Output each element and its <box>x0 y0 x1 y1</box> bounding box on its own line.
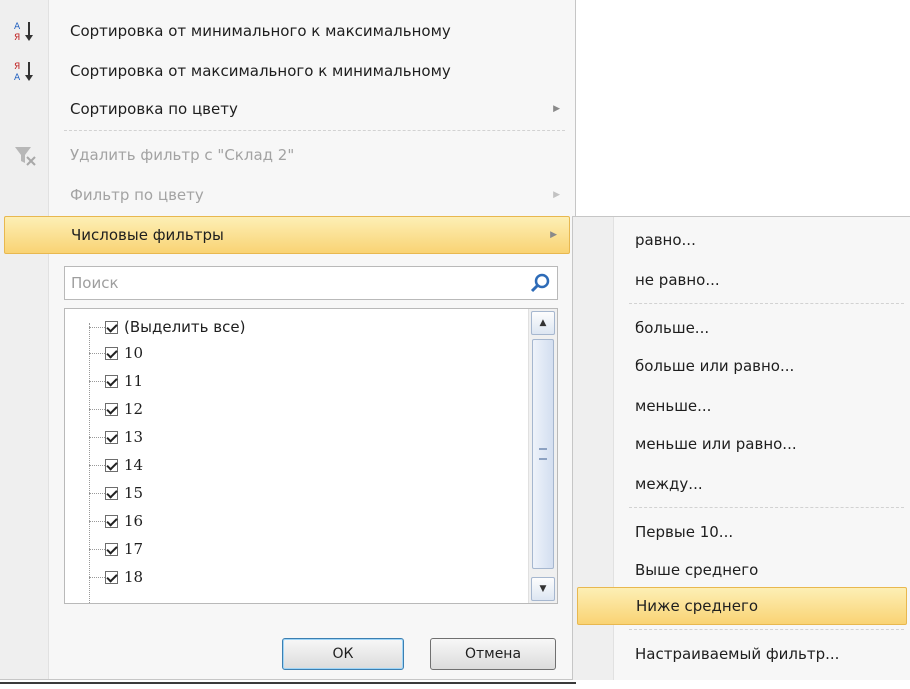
svg-text:Я: Я <box>14 62 20 72</box>
submenu-arrow-icon: ▶ <box>550 230 557 240</box>
svg-text:Я: Я <box>14 33 20 43</box>
list-item-label: 16 <box>124 512 144 530</box>
submenu-separator <box>629 507 904 508</box>
list-item[interactable]: 16 <box>89 507 143 535</box>
chevron-down-icon: ▼ <box>539 584 547 594</box>
submenu-item-between[interactable]: между... <box>573 465 910 503</box>
chevron-up-icon: ▲ <box>539 318 547 328</box>
list-item[interactable]: 12 <box>89 395 143 423</box>
checkbox[interactable] <box>105 320 118 334</box>
scroll-thumb[interactable] <box>532 339 554 569</box>
submenu-item-label: не равно... <box>635 271 720 289</box>
search-box[interactable]: Поиск <box>64 266 558 300</box>
clear-filter-icon <box>15 147 36 166</box>
list-item-select-all[interactable]: (Выделить все) <box>89 313 245 341</box>
submenu-item-above-average[interactable]: Выше среднего <box>573 551 910 589</box>
checkbox[interactable] <box>105 542 118 556</box>
submenu-item-label: Ниже среднего <box>636 597 758 615</box>
list-item-label: 13 <box>124 428 144 446</box>
list-scrollbar[interactable]: ▲ ▼ <box>528 309 557 603</box>
submenu-item-less[interactable]: меньше... <box>573 387 910 425</box>
submenu-item-greater[interactable]: больше... <box>573 309 910 347</box>
submenu-item-less-equal[interactable]: меньше или равно... <box>573 425 910 463</box>
list-item-label: 18 <box>124 568 144 586</box>
submenu-item-below-average[interactable]: Ниже среднего <box>577 587 907 625</box>
list-item[interactable]: 13 <box>89 423 143 451</box>
submenu-item-label: Настраиваемый фильтр... <box>635 645 840 663</box>
number-filters-item[interactable]: Числовые фильтры ▶ <box>4 216 570 254</box>
list-item-label: 10 <box>124 344 144 362</box>
list-item[interactable]: 18 <box>89 563 143 591</box>
checkbox[interactable] <box>105 458 118 472</box>
list-item-label: 14 <box>124 456 144 474</box>
submenu-item-label: больше... <box>635 319 710 337</box>
list-item-label: 15 <box>124 484 144 502</box>
divider <box>0 682 576 684</box>
sort-descending-item[interactable]: Я А Сортировка от максимального к минима… <box>0 52 576 90</box>
checkbox[interactable] <box>105 374 118 388</box>
submenu-item-custom-filter[interactable]: Настраиваемый фильтр... <box>573 635 910 673</box>
search-placeholder: Поиск <box>71 274 119 292</box>
submenu-item-not-equals[interactable]: не равно... <box>573 261 910 299</box>
submenu-item-label: между... <box>635 475 703 493</box>
list-item[interactable]: 15 <box>89 479 143 507</box>
checkbox[interactable] <box>105 346 118 360</box>
filter-by-color-item: Фильтр по цвету ▶ <box>0 176 576 214</box>
submenu-arrow-icon: ▶ <box>553 190 560 200</box>
sort-by-color-item[interactable]: Сортировка по цвету ▶ <box>0 90 576 128</box>
filter-by-color-label: Фильтр по цвету <box>70 186 204 204</box>
number-filters-submenu: равно... не равно... больше... больше ил… <box>572 216 910 680</box>
checkbox[interactable] <box>105 570 118 584</box>
checkbox[interactable] <box>105 514 118 528</box>
sort-za-icon: Я А <box>14 62 33 83</box>
submenu-separator <box>629 629 904 630</box>
value-checklist: (Выделить все) 10 11 12 13 14 15 16 17 1… <box>64 308 558 604</box>
submenu-item-label: равно... <box>635 231 696 249</box>
submenu-item-label: меньше или равно... <box>635 435 797 453</box>
filter-dropdown-menu: А Я Сортировка от минимального к максима… <box>0 0 576 680</box>
sort-az-icon: А Я <box>14 22 33 43</box>
cancel-button[interactable]: Отмена <box>430 638 556 670</box>
submenu-item-label: Выше среднего <box>635 561 759 579</box>
svg-text:А: А <box>14 22 21 32</box>
list-item-label: (Выделить все) <box>124 318 246 336</box>
checkbox[interactable] <box>105 486 118 500</box>
submenu-arrow-icon: ▶ <box>553 104 560 114</box>
submenu-item-top-10[interactable]: Первые 10... <box>573 513 910 551</box>
submenu-item-greater-equal[interactable]: больше или равно... <box>573 347 910 385</box>
list-item-label: 11 <box>124 372 144 390</box>
clear-filter-item: Удалить фильтр с "Склад 2" <box>0 136 576 174</box>
sort-by-color-label: Сортировка по цвету <box>70 100 238 118</box>
search-icon[interactable] <box>529 272 551 294</box>
ok-button[interactable]: ОК <box>282 638 404 670</box>
sort-ascending-label: Сортировка от минимального к максимально… <box>70 22 451 40</box>
list-item[interactable]: 11 <box>89 367 143 395</box>
menu-separator <box>64 130 565 131</box>
list-item[interactable]: 10 <box>89 339 143 367</box>
submenu-item-label: меньше... <box>635 397 712 415</box>
submenu-item-equals[interactable]: равно... <box>573 221 910 259</box>
checkbox[interactable] <box>105 402 118 416</box>
svg-text:А: А <box>14 73 21 83</box>
clear-filter-label: Удалить фильтр с "Склад 2" <box>70 146 295 164</box>
checkbox[interactable] <box>105 430 118 444</box>
list-item-label: 17 <box>124 540 144 558</box>
submenu-item-label: Первые 10... <box>635 523 734 541</box>
submenu-separator <box>629 303 904 304</box>
sort-descending-label: Сортировка от максимального к минимально… <box>70 62 451 80</box>
sort-ascending-item[interactable]: А Я Сортировка от минимального к максима… <box>0 12 576 50</box>
submenu-item-label: больше или равно... <box>635 357 795 375</box>
scroll-down-button[interactable]: ▼ <box>531 577 555 601</box>
list-item-label: 12 <box>124 400 144 418</box>
list-item[interactable]: 14 <box>89 451 143 479</box>
scroll-up-button[interactable]: ▲ <box>531 311 555 335</box>
list-item[interactable]: 17 <box>89 535 143 563</box>
number-filters-label: Числовые фильтры <box>71 226 224 244</box>
